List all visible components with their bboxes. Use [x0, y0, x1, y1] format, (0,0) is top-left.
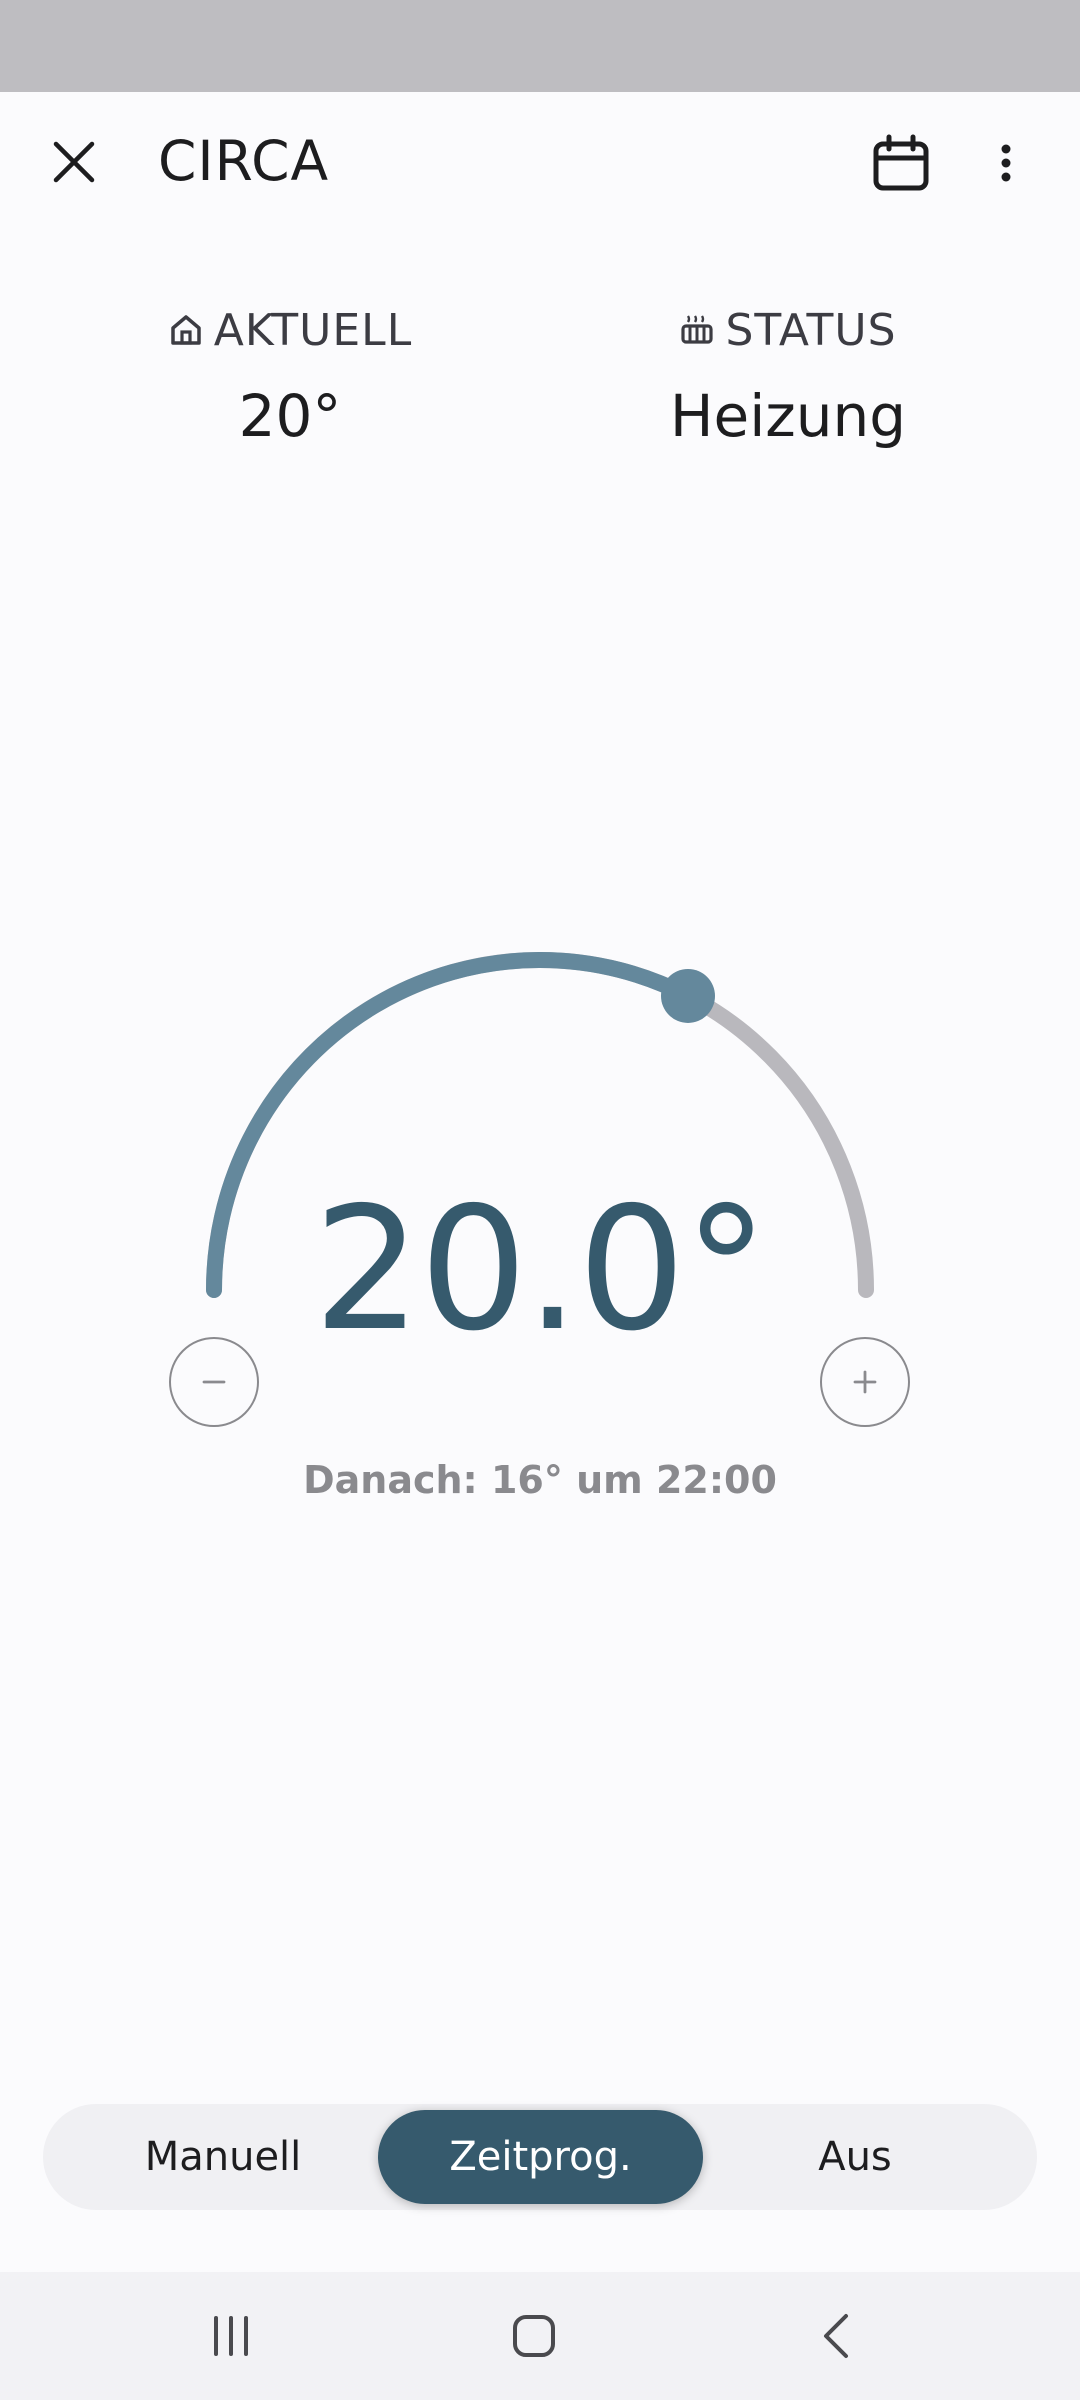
- status-value: Heizung: [669, 382, 907, 450]
- current-temperature: AKTUELL 20°: [90, 300, 490, 452]
- schedule-button[interactable]: [860, 122, 942, 204]
- app-title: CIRCA: [158, 129, 330, 193]
- increase-temperature-button[interactable]: [820, 1337, 910, 1427]
- close-button[interactable]: [34, 122, 114, 202]
- decrease-temperature-button[interactable]: [169, 1337, 259, 1427]
- home-button[interactable]: [489, 2296, 579, 2376]
- calendar-icon: [873, 134, 929, 191]
- mode-manual-button[interactable]: Manuell: [73, 2104, 373, 2210]
- mode-off-button[interactable]: Aus: [705, 2104, 1005, 2210]
- current-label: AKTUELL: [213, 304, 413, 356]
- system-navigation-bar: [0, 2272, 1080, 2400]
- mode-schedule-button[interactable]: Zeitprog.: [378, 2110, 703, 2204]
- setpoint-temperature: 20.0°: [313, 1171, 769, 1369]
- heater-icon: [681, 315, 714, 344]
- mode-switch: Manuell Zeitprog. Aus: [43, 2104, 1037, 2210]
- close-icon: [53, 141, 95, 183]
- status-bar: [0, 0, 1080, 92]
- recents-button[interactable]: [186, 2296, 276, 2376]
- recents-icon: [214, 2316, 248, 2356]
- minus-icon: [202, 1380, 226, 1384]
- plus-icon: [853, 1370, 877, 1394]
- status-label: STATUS: [725, 304, 897, 356]
- home-circle-icon: [513, 2315, 555, 2357]
- current-value: 20°: [238, 382, 342, 450]
- more-options-button[interactable]: [966, 122, 1046, 204]
- heating-status: STATUS Heizung: [588, 300, 988, 452]
- app-bar: CIRCA: [0, 92, 1080, 242]
- next-schedule-change: Danach: 16° um 22:00: [303, 1458, 777, 1502]
- dial-knob[interactable]: [661, 968, 716, 1023]
- home-icon: [171, 315, 201, 345]
- back-button[interactable]: [791, 2296, 881, 2376]
- back-chevron-icon: [824, 2314, 848, 2358]
- more-vertical-icon: [1001, 144, 1011, 182]
